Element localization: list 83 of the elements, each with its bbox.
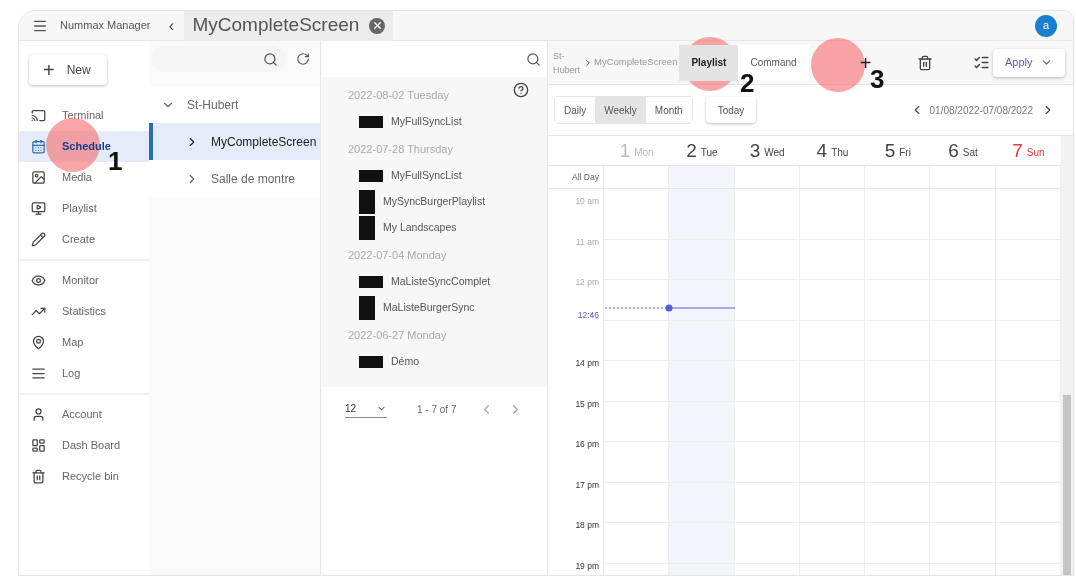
today-button[interactable]: Today — [705, 97, 757, 123]
hour-label: 11 am — [576, 235, 599, 249]
tree-item[interactable]: St-Hubert — [149, 86, 320, 123]
pencil-icon — [31, 232, 46, 247]
chevron-right-icon — [583, 57, 593, 68]
playlist-item[interactable]: MyFullSyncList — [348, 163, 533, 189]
day-header: 6 Sat — [947, 139, 979, 163]
hour-label: 12 pm — [575, 276, 599, 289]
thumbnail-placeholder — [359, 296, 375, 320]
playlist-item[interactable]: MySyncBurgerPlaylist — [348, 189, 533, 215]
sidebar-item[interactable]: Create — [19, 224, 149, 255]
day-header: 1 Mon — [618, 139, 655, 163]
hour-label: 14 pm — [575, 357, 599, 370]
help-icon[interactable] — [513, 82, 529, 98]
date-header: 2022-06-27 Monday — [348, 327, 447, 343]
hour-label: 15 pm — [575, 397, 599, 411]
all-day-label: All Day — [548, 166, 604, 188]
sidebar-item[interactable]: Playlist — [19, 193, 149, 224]
sidebar-item[interactable]: Log — [19, 358, 149, 389]
date-range: 01/08/2022-07/08/2022 — [929, 103, 1033, 118]
hour-label: 17 pm — [575, 478, 599, 492]
trash-icon — [31, 469, 46, 484]
refresh-icon[interactable] — [296, 52, 310, 66]
day-header: 4 Thu — [815, 139, 850, 163]
search-field[interactable] — [151, 46, 286, 72]
date-header: 2022-08-02 Tuesday — [348, 87, 449, 103]
day-header: 2 Tue — [685, 139, 719, 163]
screen-tab[interactable]: MyCompleteScreen — [184, 11, 394, 41]
calendar-icon — [31, 139, 46, 154]
date-header: 2022-07-28 Thursday — [348, 141, 453, 157]
lines-icon — [31, 366, 46, 381]
playlist-item[interactable]: MaListeBurgerSync — [348, 295, 533, 321]
hour-label: 16 pm — [575, 438, 599, 451]
day-header: 3 Wed — [748, 139, 786, 163]
user-icon — [31, 407, 46, 422]
view-toggle[interactable]: Weekly — [595, 97, 646, 123]
playlist-item[interactable]: Démo — [348, 349, 533, 375]
scrollbar[interactable] — [1061, 136, 1073, 575]
tv-icon — [31, 201, 46, 216]
hour-label: 19 pm — [575, 559, 599, 573]
playlist-item[interactable]: MaListeSyncComplet — [348, 269, 533, 295]
app-name: Nummax Manager — [60, 18, 151, 34]
thumbnail-placeholder — [359, 170, 383, 182]
current-time-label: 12:46 — [577, 308, 599, 322]
thumbnail-placeholder — [359, 116, 383, 128]
search-icon[interactable] — [526, 51, 541, 67]
thumbnail-placeholder — [359, 190, 375, 214]
image-icon — [31, 170, 46, 185]
new-button[interactable]: + New — [29, 55, 107, 85]
thumbnail-placeholder — [359, 276, 383, 288]
sidebar-item[interactable]: Dash Board — [19, 430, 149, 461]
sidebar-item[interactable]: Statistics — [19, 296, 149, 327]
trash-icon[interactable] — [916, 54, 933, 71]
toolbar-tab[interactable]: Playlist — [679, 44, 739, 81]
tree-item[interactable]: MyCompleteScreen — [149, 123, 320, 160]
search-icon[interactable] — [263, 51, 278, 67]
day-header: 5 Fri — [883, 139, 912, 163]
date-header: 2022-07-04 Monday — [348, 247, 447, 263]
thumbnail-placeholder — [359, 356, 383, 368]
eye-icon — [31, 273, 46, 288]
dashboard-icon — [31, 438, 46, 453]
playlist-item[interactable]: MyFullSyncList — [348, 109, 533, 135]
sidebar-item[interactable]: Monitor — [19, 265, 149, 296]
page-size-select[interactable]: 12 — [345, 400, 387, 418]
sidebar-item[interactable]: Account — [19, 399, 149, 430]
hour-label: 18 pm — [575, 519, 599, 532]
avatar[interactable]: a — [1035, 14, 1057, 37]
day-header: 7 Sun — [1011, 139, 1046, 163]
hour-label: 10 am — [575, 195, 599, 208]
callout-number: 3 — [870, 66, 885, 92]
back-button[interactable]: ‹ — [164, 13, 179, 38]
list-icon[interactable] — [972, 54, 990, 71]
sidebar-item[interactable]: Terminal — [19, 100, 149, 131]
pin-icon — [31, 335, 46, 350]
sidebar-item[interactable]: Map — [19, 327, 149, 358]
sidebar-item[interactable]: Recycle bin — [19, 461, 149, 492]
playlist-item[interactable]: My Landscapes — [348, 215, 533, 241]
page-range: 1 - 7 of 7 — [417, 402, 457, 417]
thumbnail-placeholder — [359, 216, 375, 240]
close-icon[interactable] — [369, 17, 386, 34]
tree-item[interactable]: Salle de montre — [149, 160, 320, 197]
cast-icon — [31, 108, 46, 123]
apply-button[interactable]: Apply — [993, 48, 1065, 77]
